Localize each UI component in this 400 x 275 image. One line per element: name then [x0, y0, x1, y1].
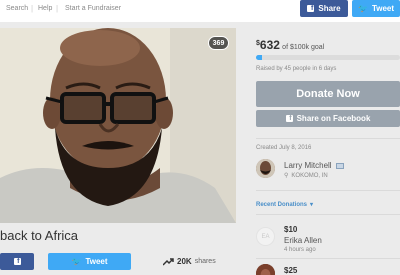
raised-by-text: Raised by 45 people in 6 days — [256, 66, 337, 72]
divider — [256, 258, 400, 259]
campaign-title: back to Africa — [0, 228, 79, 243]
organizer-location: KOKOMO, IN — [291, 172, 328, 179]
facebook-icon: f — [285, 115, 293, 122]
progress-bar-fill — [256, 55, 262, 60]
raised-value: 632 — [259, 38, 280, 52]
nav-separator: | — [31, 4, 34, 13]
share-on-facebook-label: Share on Facebook — [296, 114, 371, 123]
nav-start-fundraiser-link[interactable]: Start a Fundraiser — [65, 5, 121, 12]
location-pin-icon: ⚲ — [284, 173, 289, 179]
mail-icon[interactable] — [335, 162, 344, 169]
bottom-twitter-tweet-label: Tweet — [85, 257, 108, 266]
divider — [256, 138, 400, 139]
heart-count-badge[interactable]: 369 — [208, 36, 229, 50]
top-navigation: Search | Help | Start a Fundraiser f Sha… — [0, 0, 400, 22]
trending-up-icon — [163, 257, 174, 266]
donor-avatar — [256, 264, 275, 275]
goal-text: of $100k goal — [282, 44, 325, 51]
recent-donations-label: Recent Donations — [256, 201, 308, 208]
organizer-photo — [256, 159, 275, 178]
top-facebook-share-button[interactable]: f Share — [300, 0, 348, 17]
top-twitter-tweet-button[interactable]: 🐦 Tweet — [352, 0, 400, 17]
divider — [256, 214, 400, 215]
progress-bar — [256, 55, 400, 60]
nav-separator: | — [56, 4, 59, 13]
recent-donations-toggle[interactable]: Recent Donations ▾ — [256, 201, 314, 209]
organizer-location-row: ⚲ KOKOMO, IN — [284, 172, 328, 180]
organizer-avatar[interactable] — [256, 159, 275, 178]
nav-help-link[interactable]: Help — [38, 5, 52, 12]
nav-search-link[interactable]: Search — [6, 5, 28, 12]
divider — [256, 190, 400, 191]
top-twitter-tweet-label: Tweet — [371, 4, 395, 13]
campaign-photo — [0, 28, 236, 223]
created-date: Created July 8, 2016 — [256, 145, 312, 151]
twitter-bird-icon: 🐦 — [71, 257, 82, 266]
organizer-name[interactable]: Larry Mitchell — [284, 161, 332, 170]
shares-count-label: shares — [194, 258, 216, 265]
bottom-facebook-share-button[interactable]: f — [0, 253, 34, 270]
shares-count-value: 20K — [177, 257, 192, 266]
donation-amount: $10 — [284, 225, 298, 234]
share-on-facebook-button[interactable]: f Share on Facebook — [256, 110, 400, 127]
shares-counter: 20K shares — [163, 257, 216, 266]
donate-now-button[interactable]: Donate Now — [256, 81, 400, 107]
top-facebook-share-label: Share — [318, 4, 341, 13]
heart-count: 369 — [212, 39, 225, 47]
donation-time: 4 hours ago — [284, 247, 316, 253]
donor-name: Erika Allen — [284, 236, 322, 245]
raised-amount: $632 of $100k goal — [256, 38, 324, 52]
campaign-photo-image — [0, 28, 236, 223]
facebook-icon: f — [307, 5, 315, 12]
donor-avatar: EA — [256, 227, 275, 246]
twitter-bird-icon: 🐦 — [357, 4, 368, 13]
facebook-icon: f — [13, 258, 21, 265]
donation-amount: $25 — [284, 266, 298, 275]
donor-photo — [256, 264, 275, 275]
bottom-twitter-tweet-button[interactable]: 🐦 Tweet — [48, 253, 131, 270]
chevron-down-icon: ▾ — [310, 202, 314, 208]
organizer-name-row: Larry Mitchell — [284, 161, 344, 170]
